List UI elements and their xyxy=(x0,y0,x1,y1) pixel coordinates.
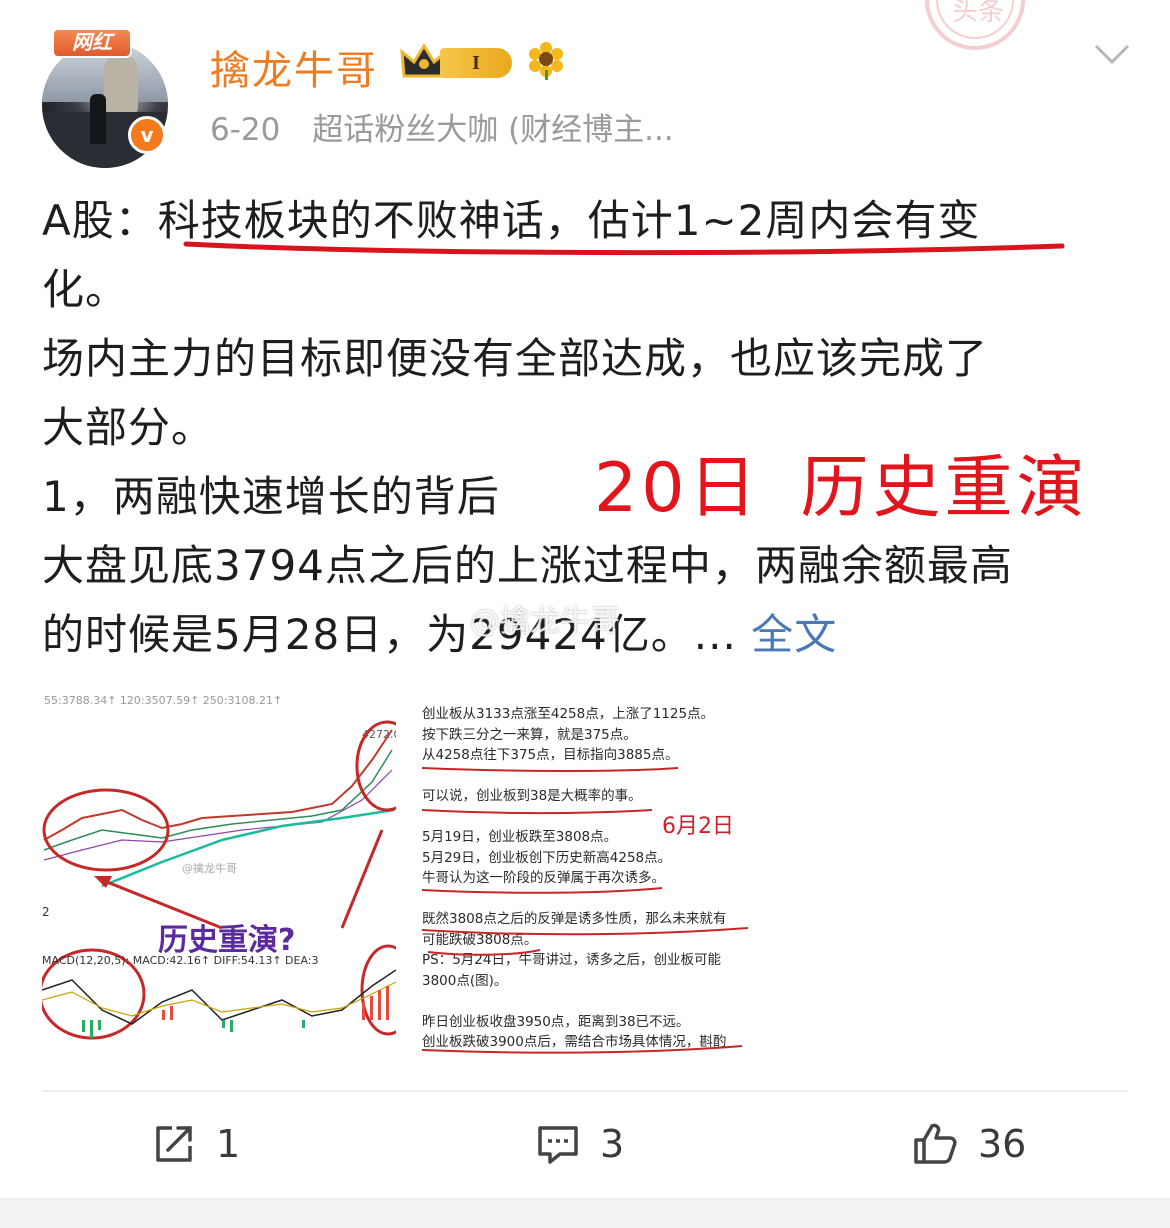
share-button[interactable]: 1 xyxy=(152,1116,240,1172)
post-date: 6-20 xyxy=(210,112,281,148)
chevron-down-icon[interactable] xyxy=(1092,38,1132,68)
sunflower-icon xyxy=(529,42,563,80)
post-meta: 6-20 超话粉丝大咖 (财经博主... xyxy=(210,104,674,149)
full-text-link[interactable]: 全文 xyxy=(751,610,837,659)
comment-icon xyxy=(538,1126,578,1164)
weibo-post: 头条 网红 v 擒龙牛哥 I 6-20 超话粉丝大咖 (财经博主... A股：科… xyxy=(0,0,1170,1198)
text-watermark: @擒龙牛哥 xyxy=(470,604,620,639)
like-icon xyxy=(914,1123,957,1164)
chart-watermark: @擒龙牛哥 xyxy=(182,861,237,875)
note-date: 6月2日 xyxy=(662,814,734,839)
overlay-title: 20日 历史重演 xyxy=(594,432,1089,531)
macd-label: MACD(12,20,5): MACD:42.16↑ DIFF:54.13↑ D… xyxy=(42,954,319,967)
red-underline-mark xyxy=(183,241,1065,256)
chart-caption: 历史重演? xyxy=(158,923,295,958)
chart-left-label: 2 xyxy=(42,905,50,919)
comment-count: 3 xyxy=(600,1122,625,1166)
author-name[interactable]: 擒龙牛哥 xyxy=(210,38,378,96)
feed-separator xyxy=(0,1198,1170,1228)
vip-level: I xyxy=(440,48,512,78)
overlay-title-text: 历史重演 xyxy=(800,449,1089,528)
svg-text:头条: 头条 xyxy=(952,0,1004,27)
text-line: 场内主力的目标即便没有全部达成，也应该完成了 xyxy=(42,334,989,383)
text-line: 大盘见底3794点之后的上涨过程中，两融余额最高 xyxy=(42,541,1013,590)
text-line: 的时候是5月28日，为29424亿。... xyxy=(42,610,737,659)
share-count: 1 xyxy=(216,1122,241,1166)
text-line: 化。 xyxy=(42,265,129,314)
text-prefix: A股： xyxy=(42,196,158,245)
stock-chart: 55:3788.34↑ 120:3507.59↑ 250:3108.21↑ 42… xyxy=(42,690,396,1054)
verified-icon: v xyxy=(128,116,166,154)
like-count: 36 xyxy=(978,1122,1027,1166)
divider xyxy=(42,1090,1128,1092)
post-source[interactable]: 超话粉丝大咖 (财经博主... xyxy=(312,112,674,148)
note-underlines xyxy=(422,767,749,1054)
stamp-watermark-icon: 头条 xyxy=(925,0,1025,50)
author-avatar[interactable]: 网红 v xyxy=(42,28,168,168)
overlay-title-date: 20日 xyxy=(594,449,761,528)
wanghong-badge: 网红 xyxy=(52,28,132,58)
vip-badge[interactable]: I xyxy=(400,40,516,84)
like-button[interactable]: 36 xyxy=(910,1116,1026,1172)
chart-header: 55:3788.34↑ 120:3507.59↑ 250:3108.21↑ xyxy=(44,694,282,707)
share-icon xyxy=(156,1126,192,1162)
post-image[interactable]: 55:3788.34↑ 120:3507.59↑ 250:3108.21↑ 42… xyxy=(42,690,754,1054)
comment-button[interactable]: 3 xyxy=(536,1116,624,1172)
